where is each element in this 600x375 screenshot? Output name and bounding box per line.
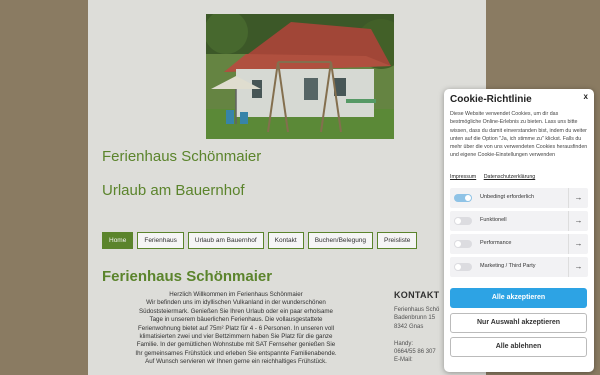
arrow-right-icon[interactable]: → — [568, 234, 588, 254]
intro-line: Familie. In der gemütlichen Wohnstube mi… — [136, 341, 336, 349]
intro-line: Ihr gemeinsames Frühstück und erleben Si… — [135, 349, 337, 357]
datenschutz-link[interactable]: Datenschutzerklärung — [484, 174, 536, 180]
contact-line: Handy: — [394, 340, 414, 347]
nav-item-preisliste[interactable]: Preisliste — [377, 232, 418, 249]
accept-all-button[interactable]: Alle akzeptieren — [450, 288, 587, 308]
nav-item-home[interactable]: Home — [102, 232, 134, 249]
category-label: Marketing / Third Party — [480, 263, 536, 269]
intro-line: Wir befinden uns im idyllischen Vulkanla… — [146, 299, 326, 307]
cookie-category-necessary[interactable]: Unbedingt erforderlich → — [450, 188, 588, 208]
nav-item-buchen-belegung[interactable]: Buchen/Belegung — [307, 232, 374, 249]
main-nav: Home Ferienhaus Urlaub am Bauernhof Kont… — [102, 232, 418, 249]
toggle-switch[interactable] — [454, 217, 472, 225]
page-container: Ferienhaus Schönmaier Urlaub am Bauernho… — [88, 0, 486, 375]
site-title: Ferienhaus Schönmaier — [102, 148, 262, 165]
toggle-switch[interactable] — [454, 263, 472, 271]
intro-line: Tage in unserem bäuerlichen Ferienhaus. … — [149, 316, 323, 324]
impressum-link[interactable]: Impressum — [450, 174, 476, 180]
cookie-category-performance[interactable]: Performance → — [450, 234, 588, 254]
close-icon[interactable]: x — [584, 92, 588, 101]
contact-line: Ferienhaus Schö — [394, 307, 440, 313]
contact-heading: KONTAKT — [394, 290, 440, 300]
cookie-category-marketing[interactable]: Marketing / Third Party → — [450, 257, 588, 277]
category-label: Funktionell — [480, 217, 507, 223]
cookie-dialog: Cookie-Richtlinie x Diese Website verwen… — [444, 89, 594, 372]
accept-selection-button[interactable]: Nur Auswahl akzeptieren — [450, 313, 587, 333]
cookie-category-functional[interactable]: Funktionell → — [450, 211, 588, 231]
reject-all-button[interactable]: Alle ablehnen — [450, 337, 587, 357]
category-label: Performance — [480, 240, 512, 246]
contact-line — [394, 331, 439, 339]
contact-line: E-Mail: — [394, 357, 413, 364]
contact-line: 0664/55 86 307 — [394, 349, 436, 356]
contact-block: Ferienhaus Schö Badenbrunn 15 8342 Gnas … — [394, 306, 439, 365]
main-heading: Ferienhaus Schönmaier — [102, 268, 273, 285]
contact-line: 8342 Gnas — [394, 323, 424, 330]
contact-line: Badenbrunn 15 — [394, 315, 436, 322]
toggle-switch[interactable] — [454, 194, 472, 202]
hero-image — [206, 14, 394, 139]
intro-line: klimatisierten zwei und vier Bettzimmern… — [139, 333, 333, 341]
nav-item-kontakt[interactable]: Kontakt — [267, 232, 304, 249]
arrow-right-icon[interactable]: → — [568, 257, 588, 277]
nav-item-urlaub-am-bauernhof[interactable]: Urlaub am Bauernhof — [187, 232, 264, 249]
arrow-right-icon[interactable]: → — [568, 188, 588, 208]
intro-line: Herzlich Willkommen im Ferienhaus Schönm… — [169, 291, 303, 298]
toggle-switch[interactable] — [454, 240, 472, 248]
intro-line: Auf Wunsch servieren wir Ihnen gerne ein… — [145, 358, 327, 366]
cookie-title: Cookie-Richtlinie — [450, 94, 532, 105]
intro-line: Südoststeiermark. Genießen Sie Ihren Url… — [139, 307, 333, 315]
intro-text: Herzlich Willkommen im Ferienhaus Schönm… — [116, 291, 356, 367]
category-label: Unbedingt erforderlich — [480, 194, 535, 200]
cookie-description: Diese Website verwendet Cookies, um dir … — [450, 111, 588, 159]
nav-item-ferienhaus[interactable]: Ferienhaus — [137, 232, 184, 249]
intro-line: Ferienwohnung bietet auf 75m² Platz für … — [137, 324, 335, 332]
arrow-right-icon[interactable]: → — [568, 211, 588, 231]
site-subtitle: Urlaub am Bauernhof — [102, 182, 245, 199]
cookie-links: Impressum Datenschutzerklärung — [450, 174, 541, 180]
